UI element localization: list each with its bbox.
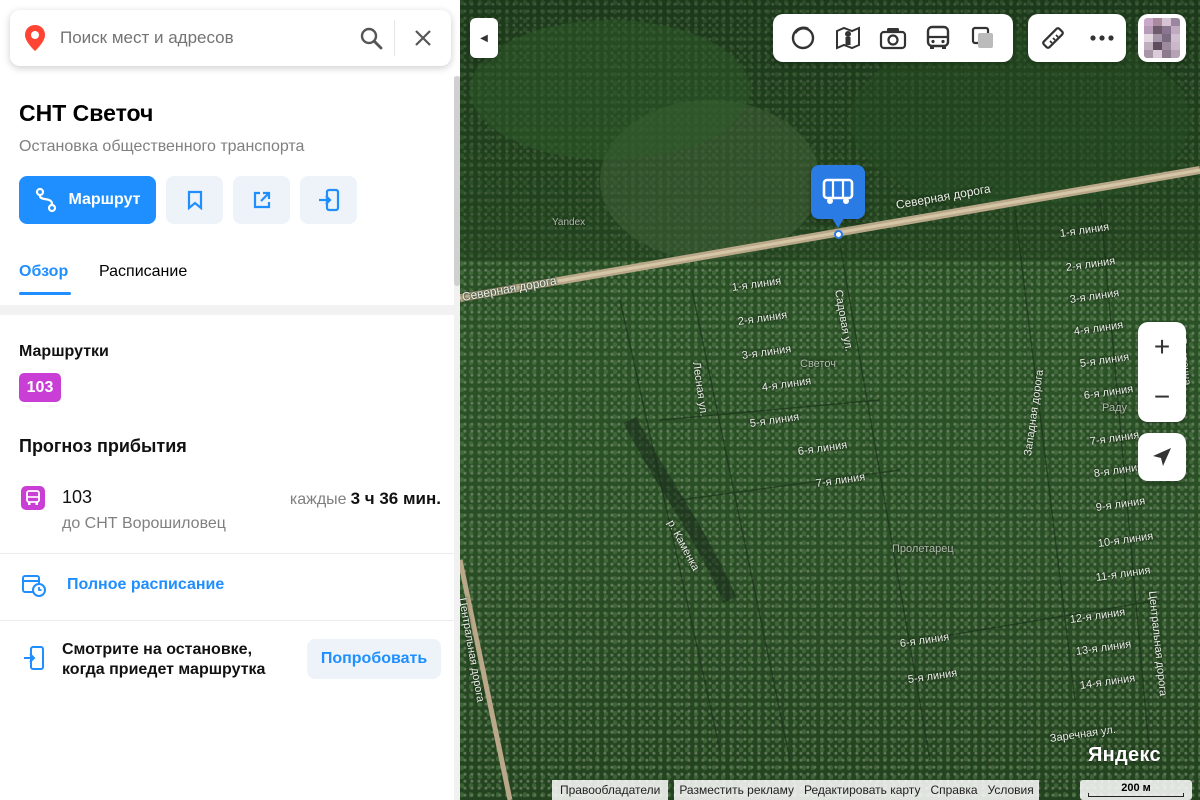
zoom-controls: + − — [1138, 322, 1186, 422]
map-pin-icon — [10, 24, 60, 52]
promo-line-2: когда приедет маршрутка — [62, 661, 266, 678]
bookmark-button[interactable] — [166, 176, 223, 224]
tab-active-indicator — [19, 292, 71, 295]
rights-holders-link[interactable]: Правообладатели — [552, 780, 669, 800]
promo-text: Смотрите на остановке, когда приедет мар… — [62, 640, 265, 680]
sidebar-panel: Поиск мест и адресов СНТ Светоч Остановк… — [0, 0, 460, 800]
close-icon[interactable] — [395, 10, 451, 66]
map-scale-bar — [1088, 793, 1184, 797]
share-icon — [253, 191, 270, 209]
map-label-svetoch: Светоч — [800, 358, 836, 370]
minibus-icon — [822, 178, 854, 204]
zoom-out-button[interactable]: − — [1138, 372, 1186, 422]
divider — [0, 620, 454, 621]
arrival-forecast-heading: Прогноз прибытия — [19, 436, 187, 456]
section-separator — [0, 305, 454, 315]
minibuses-heading: Маршрутки — [19, 343, 109, 360]
collapse-sidebar-button[interactable]: ◀ — [470, 18, 498, 58]
scrollbar-thumb[interactable] — [454, 76, 460, 286]
more-dots-icon[interactable] — [1084, 20, 1120, 56]
bus-transport-icon[interactable] — [920, 20, 956, 56]
map-tools-toolbar — [1028, 14, 1126, 62]
map-canvas[interactable]: ◀ Северная дорога Северная дорога Светоч… — [460, 0, 1200, 800]
schedule-clock-icon — [22, 575, 46, 597]
bus-stop-point — [834, 230, 843, 239]
map-layers-toolbar — [773, 14, 1013, 62]
avatar-image — [1144, 18, 1180, 58]
route-button-label: Маршрут — [68, 191, 141, 208]
footer-link-advertise[interactable]: Разместить рекламу — [674, 780, 799, 800]
search-box: Поиск мест и адресов — [10, 10, 451, 66]
send-to-phone-button[interactable] — [300, 176, 357, 224]
route-button[interactable]: Маршрут — [19, 176, 156, 224]
yandex-logo: Яндекс — [1088, 744, 1161, 766]
forecast-interval: каждые 3 ч 36 мин. — [290, 489, 441, 509]
share-button[interactable] — [233, 176, 290, 224]
footer-links: Разместить рекламу Редактировать карту С… — [674, 780, 1039, 800]
user-avatar[interactable] — [1138, 14, 1186, 62]
send-to-phone-icon — [318, 188, 339, 212]
forecast-interval-value: 3 ч 36 мин. — [350, 489, 441, 508]
search-input[interactable]: Поиск мест и адресов — [60, 28, 348, 48]
map-label-radu: Раду — [1102, 402, 1128, 414]
search-icon[interactable] — [348, 10, 394, 66]
footer-link-edit-map[interactable]: Редактировать карту — [799, 780, 925, 800]
location-arrow-icon — [1153, 448, 1171, 466]
full-schedule-link[interactable]: Полное расписание — [21, 572, 224, 598]
try-button[interactable]: Попробовать — [307, 639, 441, 679]
bus-stop-marker[interactable] — [811, 165, 865, 228]
geolocation-button[interactable] — [1138, 433, 1186, 481]
promo-line-1: Смотрите на остановке, — [62, 641, 253, 658]
panorama-person-icon[interactable] — [830, 20, 866, 56]
layers-stack-icon[interactable] — [965, 20, 1001, 56]
forecast-destination: до СНТ Ворошиловец — [62, 515, 226, 532]
camera-photo-icon[interactable] — [875, 20, 911, 56]
bookmark-icon — [187, 190, 202, 210]
forecast-route-number: 103 — [62, 487, 93, 507]
divider — [0, 553, 454, 554]
footer-link-help[interactable]: Справка — [925, 780, 982, 800]
tab-overview[interactable]: Обзор — [19, 263, 68, 281]
full-schedule-label: Полное расписание — [67, 576, 225, 593]
tab-schedule[interactable]: Расписание — [99, 263, 187, 281]
phone-icon — [23, 645, 45, 676]
ruler-icon[interactable] — [1035, 20, 1071, 56]
map-label-watermark: Yandex — [552, 217, 586, 228]
map-label-proletarets: Пролетарец — [892, 543, 954, 555]
footer-link-terms[interactable]: Условия — [983, 780, 1039, 800]
minibus-route-icon — [21, 486, 45, 510]
map-footer: Правообладатели Разместить рекламу Редак… — [552, 780, 1039, 800]
zoom-in-button[interactable]: + — [1138, 322, 1186, 372]
stop-title: СНТ Светоч — [19, 100, 154, 126]
route-icon — [36, 187, 57, 213]
forecast-interval-prefix: каждые — [289, 491, 347, 508]
layers-circle-icon[interactable] — [785, 20, 821, 56]
stop-subtitle: Остановка общественного транспорта — [19, 138, 305, 155]
route-badge-103[interactable]: 103 — [19, 373, 61, 402]
map-scale: 200 м — [1080, 780, 1192, 800]
